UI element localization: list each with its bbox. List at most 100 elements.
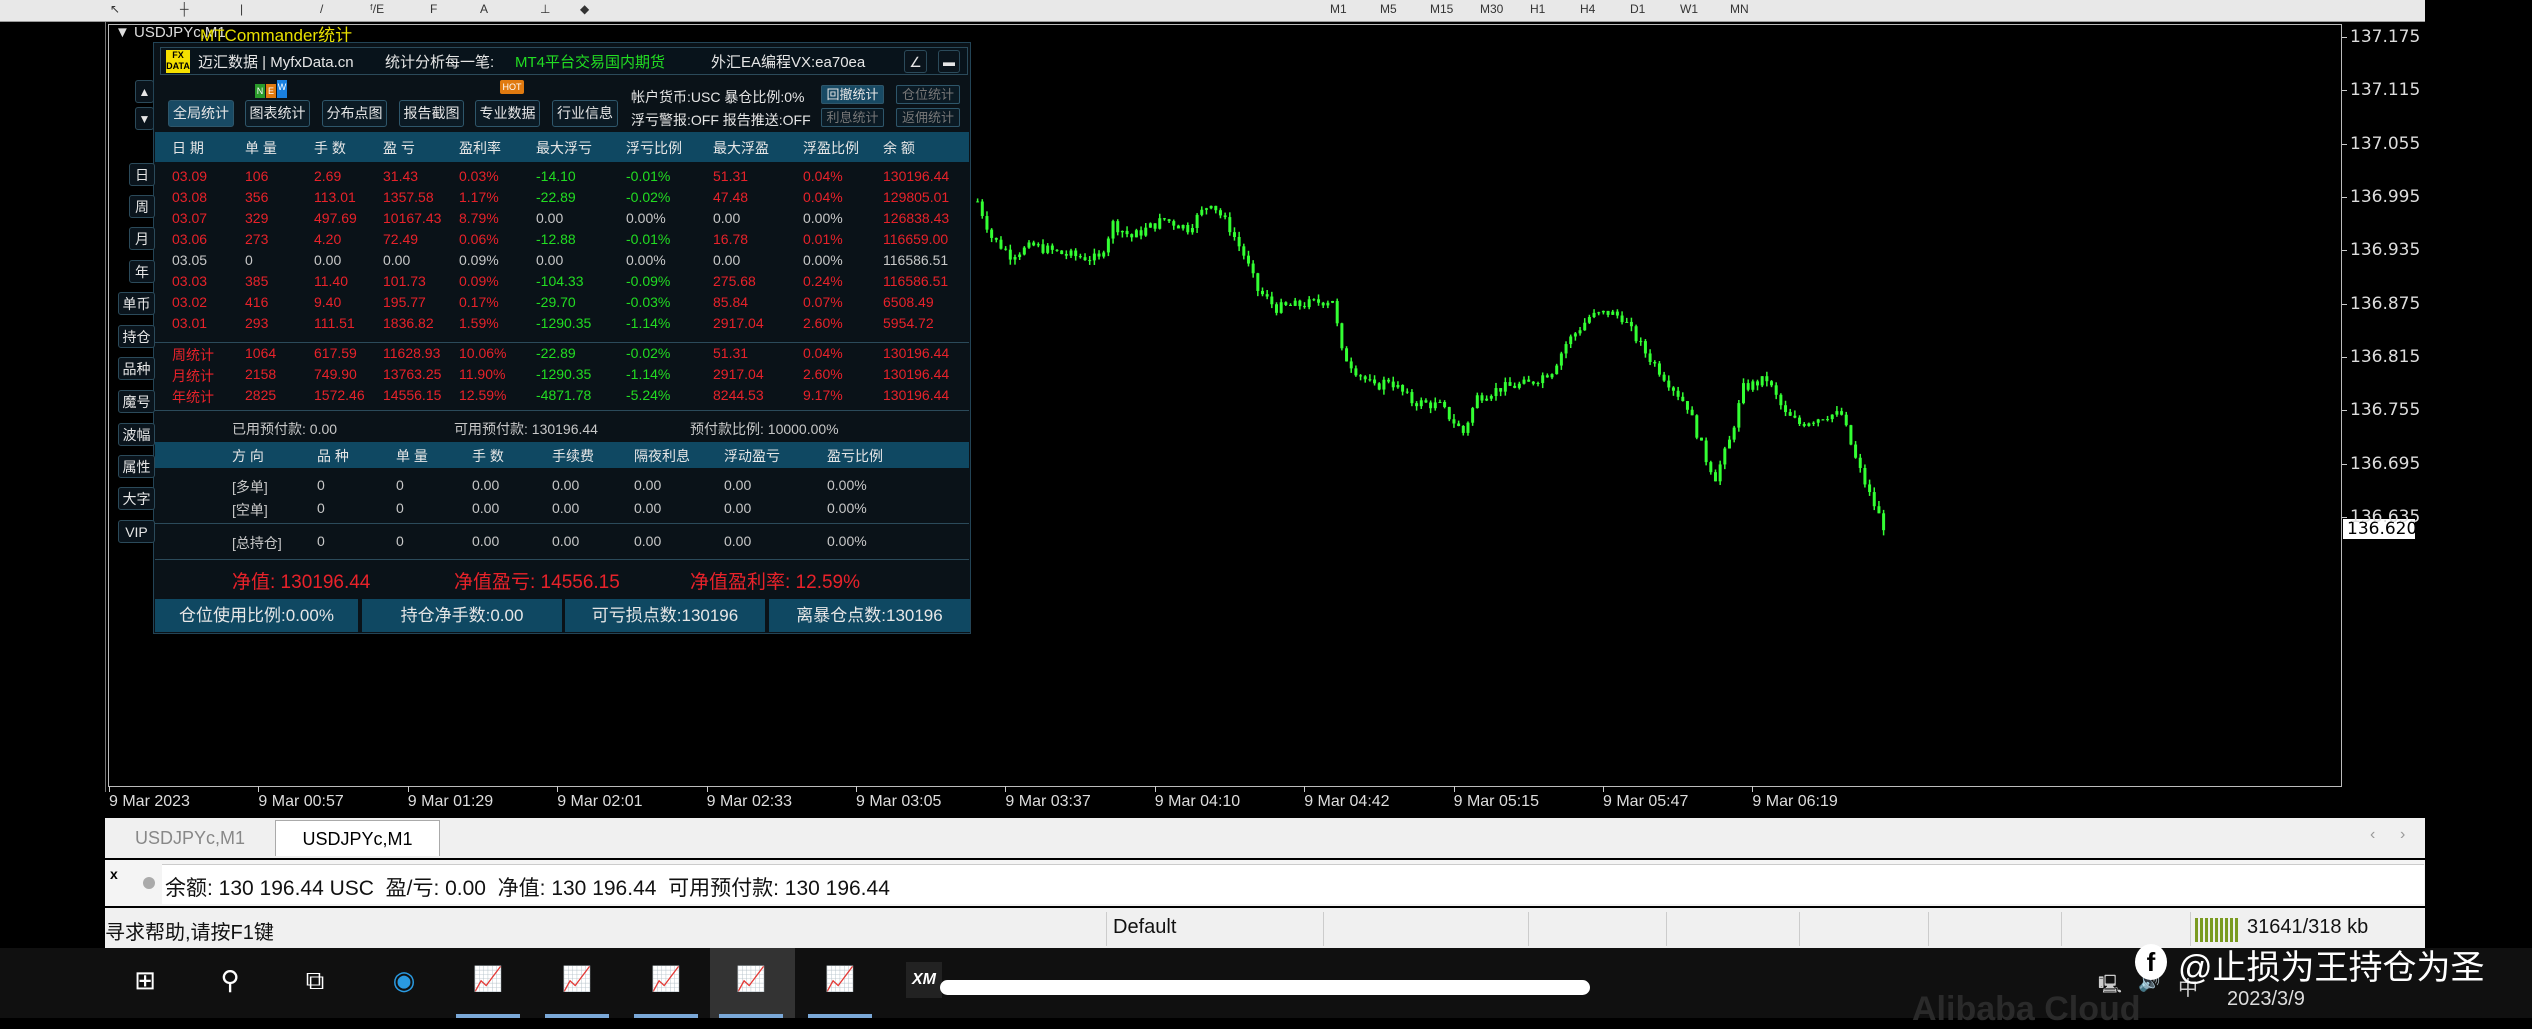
divider [155,523,969,524]
side-button-4[interactable]: 单币 [118,292,155,315]
scroll-down-button[interactable]: ▼ [135,107,154,130]
mt4-app-icon[interactable]: 📈 [559,962,595,998]
mt4-app-icon[interactable]: 📈 [470,962,506,998]
panel-tab-4[interactable]: 专业数据 [475,100,540,127]
candle [1643,339,1647,358]
candle [1578,326,1582,336]
column-header: 单 量 [245,140,277,156]
panel-tab-5[interactable]: 行业信息 [552,100,618,127]
panel-tab-1[interactable]: 图表统计 [245,100,310,127]
panel-tab-3[interactable]: 报告截图 [399,100,464,127]
traffic-text: 31641/318 kb [2247,916,2369,938]
mt4-app-icon[interactable]: 📈 [822,962,858,998]
candle [1452,414,1456,428]
time-tick [407,786,409,792]
scroll-up-button[interactable]: ▲ [135,80,154,103]
candle [1737,400,1741,432]
candle [1433,397,1437,411]
candle [1765,371,1769,387]
side-button-10[interactable]: 大字 [118,487,155,510]
candle [1681,392,1685,402]
drawdown-stats-button[interactable]: 回撤统计 [821,85,884,104]
candle [1770,380,1774,388]
time-tick [706,786,708,792]
promo-link[interactable]: MT4平台交易国内期货 [515,51,665,72]
candle [1485,395,1489,402]
network-icon[interactable]: 🖳 [2098,972,2122,1002]
tab-scroll-left-icon[interactable]: ‹ [2370,826,2375,844]
column-header: 日 期 [172,140,204,156]
edit-icon[interactable]: ∠ [904,50,927,73]
candle [1494,382,1498,401]
side-button-6[interactable]: 品种 [118,357,155,380]
xm-app-icon[interactable]: XM [906,962,942,998]
side-button-9[interactable]: 属性 [118,455,155,478]
table-cell: 0 [245,252,253,268]
windows-start-icon[interactable]: ⊞ [127,962,163,998]
position-column-header: 单 量 [396,448,428,464]
row-date: 03.02 [172,294,208,310]
table-cell: 497.69 [314,210,357,226]
position-cell: 0.00 [634,477,662,493]
side-button-3[interactable]: 年 [129,260,155,283]
tab-scroll-right-icon[interactable]: › [2400,826,2405,844]
clock-date[interactable]: 2023/3/9 [2227,988,2305,1011]
table-cell: 10167.43 [383,210,442,226]
price-label: 137.115 [2350,80,2421,101]
mt4-app-icon[interactable]: 📈 [648,962,684,998]
side-button-11[interactable]: VIP [118,520,155,543]
terminal-close-button[interactable]: x [110,866,118,882]
candle [1774,382,1778,400]
summary-cell: 617.59 [314,345,357,361]
edge-browser-icon[interactable]: ◉ [386,962,422,998]
interest-stats-button[interactable]: 利息统计 [821,108,884,127]
price-label: 136.635 [2350,506,2421,527]
candle [1798,415,1802,426]
time-label: 9 Mar 06:19 [1752,793,1838,810]
candle [1232,227,1236,241]
column-header: 盈 亏 [383,140,415,156]
side-button-0[interactable]: 日 [129,163,155,186]
candle [1471,406,1475,426]
candle [1218,208,1222,219]
brand-text: 迈汇数据 | MyfxData.cn [198,54,354,71]
panel-tab-0[interactable]: 全局统计 [168,100,234,127]
table-cell: -0.01% [626,168,671,184]
candle [1727,435,1731,449]
status-dot-icon [143,877,155,889]
side-button-5[interactable]: 持仓 [118,325,155,348]
time-label: 9 Mar 05:47 [1603,793,1689,810]
side-button-8[interactable]: 波幅 [118,423,155,446]
chart-tab-2[interactable]: USDJPYc,M1 [275,820,440,856]
candle [1312,298,1316,302]
candle [1027,240,1031,249]
candle [1349,357,1353,373]
app-running-indicator [456,1014,520,1018]
candle [1214,205,1218,214]
search-icon[interactable]: ⚲ [212,962,248,998]
divider [155,342,969,343]
table-cell: 72.49 [383,231,419,247]
side-button-2[interactable]: 月 [129,227,155,250]
position-stats-button[interactable]: 仓位统计 [896,85,960,104]
candle [1013,254,1017,265]
minimize-icon[interactable]: ▬ [938,50,960,73]
table-cell: 106 [245,168,269,184]
candle [1802,422,1806,428]
time-label: 9 Mar 05:15 [1453,793,1539,810]
candle [1092,248,1096,265]
status-bar [105,908,2425,948]
rebate-stats-button[interactable]: 返佣统计 [896,108,960,127]
chart-tab-1[interactable]: USDJPYc,M1 [105,820,275,856]
candle [1854,441,1858,459]
task-view-icon[interactable]: ⧉ [297,962,333,998]
summary-label: 月统计 [172,368,214,384]
candle [1541,372,1545,389]
candle [1050,243,1054,254]
panel-tab-2[interactable]: 分布点图 [322,100,387,127]
side-button-7[interactable]: 魔号 [118,390,155,413]
side-button-1[interactable]: 周 [129,195,155,218]
candle [976,198,980,203]
mt4-app-icon[interactable]: 📈 [733,962,769,998]
table-cell: 0.06% [459,231,499,247]
